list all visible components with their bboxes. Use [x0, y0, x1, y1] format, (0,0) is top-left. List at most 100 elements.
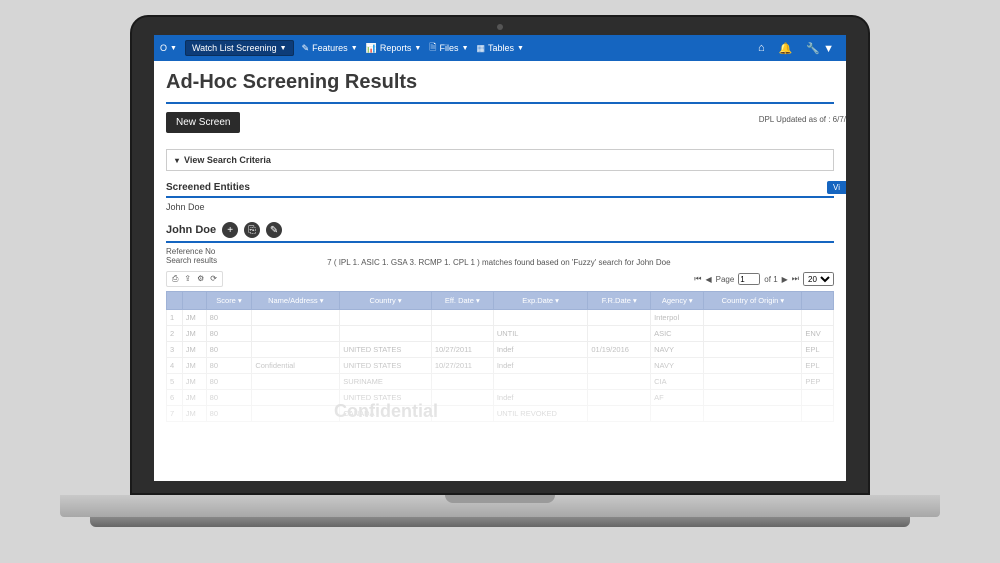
share-icon[interactable]: ⇪ [184, 274, 191, 284]
pager: ⏮ ◀ Page of 1 ▶ ⏭ 20 [694, 272, 834, 286]
table-cell [252, 390, 340, 406]
table-cell: JM [182, 406, 206, 422]
nav-tables[interactable]: ▦ Tables ▼ [477, 43, 524, 54]
table-cell [431, 406, 493, 422]
entity-list-item[interactable]: John Doe [166, 198, 834, 216]
table-header[interactable]: F.R.Date ▾ [588, 292, 651, 310]
table-header[interactable] [802, 292, 834, 310]
table-cell: UNTIL [493, 326, 588, 342]
table-row[interactable]: 4JM80ConfidentialUNITED STATES10/27/2011… [167, 358, 834, 374]
table-cell: EPL [802, 358, 834, 374]
table-cell: 1 [167, 310, 183, 326]
table-cell: Confidential [252, 358, 340, 374]
next-page-icon[interactable]: ▶ [782, 275, 788, 284]
caret-icon: ▼ [280, 45, 287, 52]
caret-icon: ▼ [462, 45, 469, 52]
nav-watch-list-screening[interactable]: Watch List Screening ▼ [185, 40, 294, 56]
grid-toolbar: ⎙ ⇪ ⚙ ⟳ ⏮ ◀ Page of 1 ▶ ⏭ 20 [166, 271, 834, 287]
refresh-icon[interactable]: ⟳ [210, 274, 217, 284]
brand-menu[interactable]: O ▼ [160, 43, 177, 53]
table-header[interactable]: Country of Origin ▾ [704, 292, 802, 310]
table-cell: 6 [167, 390, 183, 406]
view-button[interactable]: Vi [827, 181, 846, 194]
copy-icon[interactable]: ⎘ [244, 222, 260, 238]
screened-entities-header: Screened Entities Vi [166, 181, 834, 198]
table-cell: 01/19/2016 [588, 342, 651, 358]
table-cell [431, 310, 493, 326]
table-cell: UNITED STATES [340, 358, 432, 374]
bell-icon[interactable]: 🔔 [779, 42, 793, 55]
table-header[interactable]: Exp.Date ▾ [493, 292, 588, 310]
table-cell: UNTIL REVOKED [493, 406, 588, 422]
table-cell: Indef [493, 358, 588, 374]
nav-files[interactable]: 🗎 Files ▼ [429, 40, 468, 56]
table-cell [340, 310, 432, 326]
nav-features[interactable]: ✎ Features ▼ [302, 43, 358, 54]
table-cell [431, 326, 493, 342]
table-cell: ASIC [651, 326, 704, 342]
nav-main-label: Watch List Screening [192, 43, 277, 53]
nav-reports[interactable]: 📊 Reports ▼ [366, 43, 422, 54]
entity-header-row: John Doe + ⎘ ✎ [166, 222, 834, 243]
table-cell: NAVY [651, 358, 704, 374]
table-cell [493, 374, 588, 390]
chart-icon: 📊 [366, 43, 377, 54]
table-cell [704, 310, 802, 326]
table-cell: 80 [206, 326, 252, 342]
reference-no-label: Reference No [166, 247, 834, 256]
table-cell: 3 [167, 342, 183, 358]
table-header[interactable]: Eff. Date ▾ [431, 292, 493, 310]
table-header[interactable]: Agency ▾ [651, 292, 704, 310]
first-page-icon[interactable]: ⏮ [694, 274, 701, 284]
table-cell: 80 [206, 342, 252, 358]
add-icon[interactable]: + [222, 222, 238, 238]
table-cell [252, 374, 340, 390]
table-row[interactable]: 2JM80UNTILASICENV [167, 326, 834, 342]
table-cell: 80 [206, 390, 252, 406]
view-search-criteria-toggle[interactable]: ▾ View Search Criteria [166, 149, 834, 171]
table-cell: UNITED STATES [340, 342, 432, 358]
table-cell: AF [651, 390, 704, 406]
table-cell: Indef [493, 390, 588, 406]
table-row[interactable]: 7JM80CANADAUNTIL REVOKED [167, 406, 834, 422]
table-row[interactable]: 5JM80SURINAMECIAPEP [167, 374, 834, 390]
table-cell [588, 390, 651, 406]
table-cell: EPL [802, 342, 834, 358]
page-input[interactable] [738, 273, 760, 285]
table-cell: 80 [206, 358, 252, 374]
table-cell: 80 [206, 310, 252, 326]
table-header[interactable]: Country ▾ [340, 292, 432, 310]
table-cell: PEP [802, 374, 834, 390]
table-cell [493, 310, 588, 326]
table-cell: Interpol [651, 310, 704, 326]
chevron-down-icon: ▾ [175, 156, 179, 165]
table-cell: CIA [651, 374, 704, 390]
table-header[interactable]: Name/Address ▾ [252, 292, 340, 310]
nav-label: Features [312, 43, 348, 53]
laptop-foot [90, 517, 910, 527]
table-row[interactable]: 1JM80Interpol [167, 310, 834, 326]
collapse-label: View Search Criteria [184, 155, 271, 165]
table-cell: Indef [493, 342, 588, 358]
table-cell [431, 374, 493, 390]
table-header[interactable] [167, 292, 183, 310]
table-cell: SURINAME [340, 374, 432, 390]
table-cell [431, 390, 493, 406]
prev-page-icon[interactable]: ◀ [705, 275, 711, 284]
home-icon[interactable]: ⌂ [758, 42, 765, 54]
page-size-select[interactable]: 20 [803, 272, 834, 286]
last-page-icon[interactable]: ⏭ [792, 274, 799, 284]
new-screen-button[interactable]: New Screen [166, 112, 240, 133]
table-row[interactable]: 3JM80UNITED STATES10/27/2011Indef01/19/2… [167, 342, 834, 358]
caret-icon: ▼ [820, 43, 834, 55]
table-row[interactable]: 6JM80UNITED STATESIndefAF [167, 390, 834, 406]
wrench-icon[interactable]: 🔧 ▼ [806, 42, 834, 55]
table-header[interactable] [182, 292, 206, 310]
table-header[interactable]: Score ▾ [206, 292, 252, 310]
settings-icon[interactable]: ⚙ [197, 274, 204, 284]
tag-icon[interactable]: ✎ [266, 222, 282, 238]
export-icon[interactable]: ⎙ [172, 274, 178, 284]
table-cell [588, 374, 651, 390]
table-cell: NAVY [651, 342, 704, 358]
page-label: Page [716, 275, 735, 284]
